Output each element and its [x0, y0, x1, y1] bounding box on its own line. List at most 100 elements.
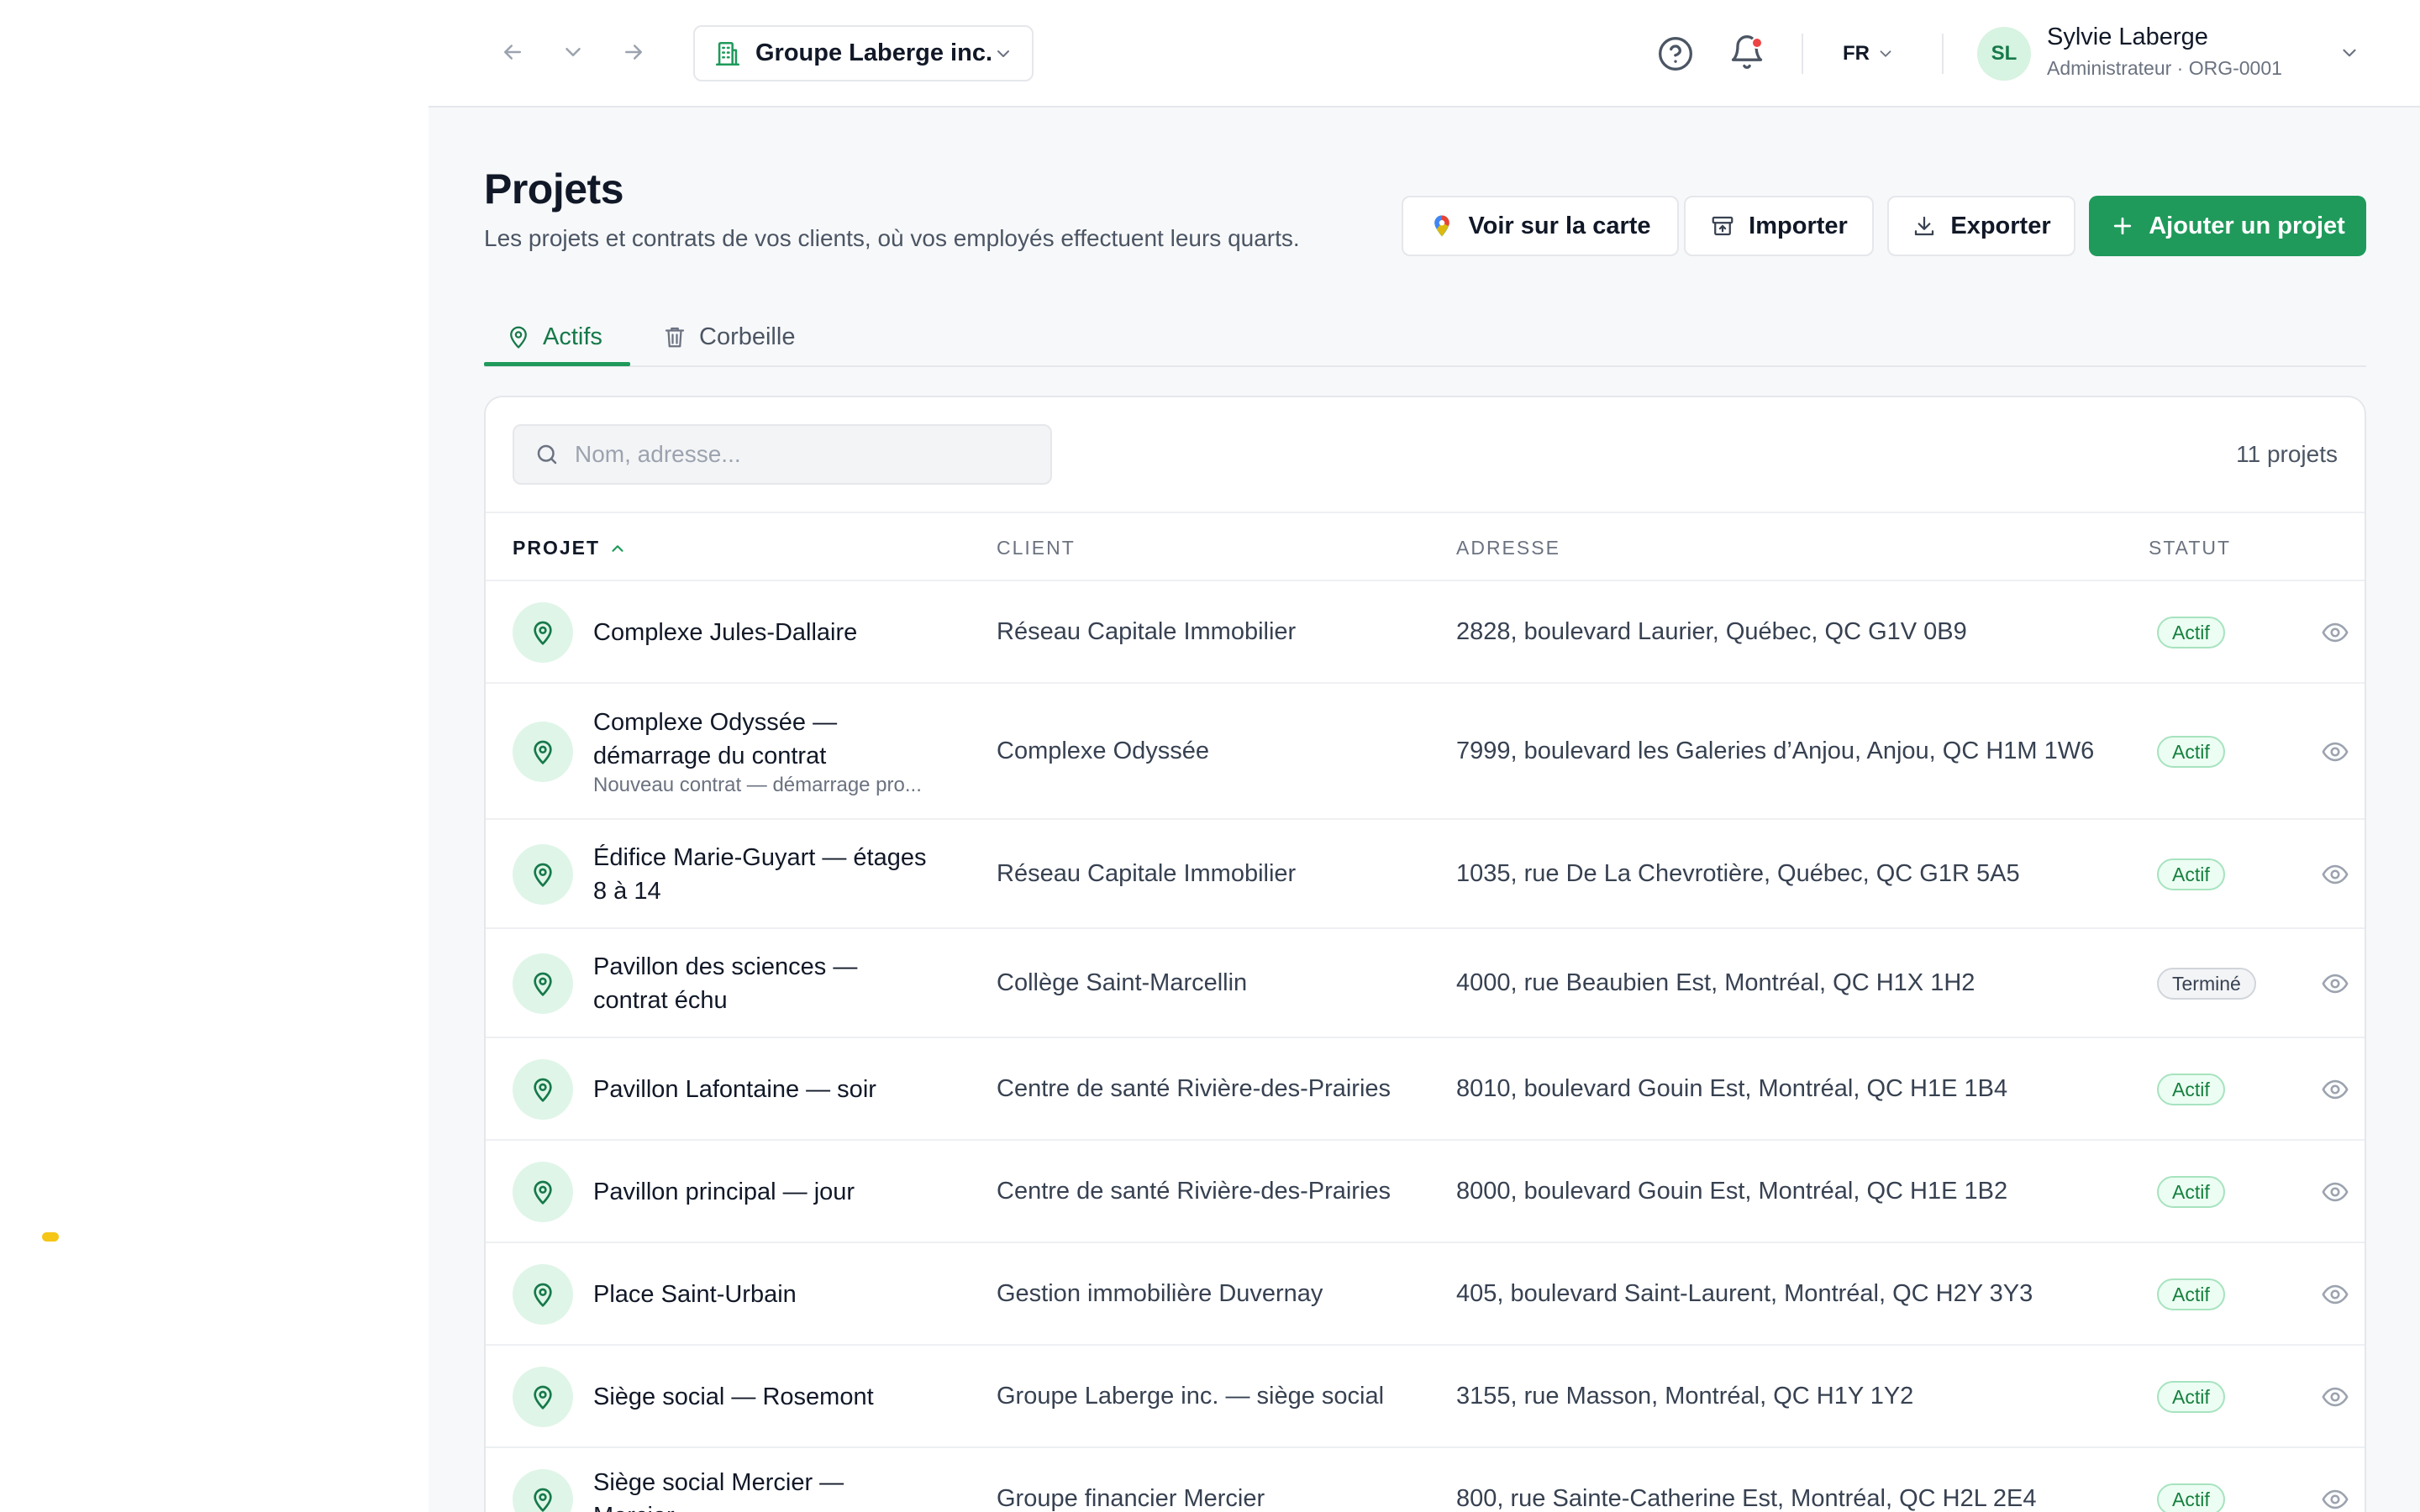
project-name: Pavillon principal — jour — [593, 1179, 855, 1205]
status-badge: Terminé — [2157, 968, 2256, 1000]
help-icon[interactable] — [1657, 35, 1694, 72]
column-header-label: CLIENT — [997, 537, 1076, 559]
import-label: Importer — [1749, 212, 1848, 239]
status-badge: Actif — [2157, 617, 2225, 648]
column-header-client[interactable]: CLIENT — [997, 537, 1076, 559]
column-header-projet[interactable]: PROJET — [513, 537, 627, 559]
address-cell: 1035, rue De La Chevrotière, Québec, QC … — [1456, 860, 2020, 887]
project-name-cell: Pavillon des sciences — contrat échu — [593, 950, 988, 1017]
user-name[interactable]: Sylvie Laberge — [2047, 24, 2208, 51]
view-eye-icon[interactable] — [2321, 1280, 2349, 1309]
plus-icon — [2114, 217, 2132, 235]
search-icon — [537, 444, 557, 465]
column-header-label: ADRESSE — [1456, 537, 1560, 559]
table-row[interactable]: Complexe Odyssée — démarrage du contrat No… — [486, 684, 2365, 820]
notifications-button[interactable] — [1728, 34, 1765, 72]
add-project-label: Ajouter un projet — [2149, 212, 2345, 239]
project-name-cell: Siège social Mercier — Mercier — [593, 1466, 988, 1512]
status-badge: Actif — [2157, 1278, 2225, 1310]
map-pin-icon — [513, 1469, 573, 1512]
table-row[interactable]: Complexe Jules-Dallaire Réseau Capitale I… — [486, 581, 2365, 684]
map-pin-icon — [513, 602, 573, 663]
avatar[interactable]: SL — [1977, 27, 2031, 81]
project-name: Pavillon Lafontaine — soir — [593, 1076, 876, 1103]
table-header: PROJET CLIENT ADRESSE STATUT — [486, 512, 2365, 581]
tab-corbeille-label: Corbeille — [699, 323, 796, 350]
project-name: Siège social — Rosemont — [593, 1383, 874, 1410]
page-subtitle: Les projets et contrats de vos clients, … — [484, 225, 1300, 251]
add-project-button[interactable]: Ajouter un projet — [2089, 196, 2366, 256]
main-area: Groupe Laberge inc. FR SL Sylvie Laberge… — [429, 0, 2420, 1512]
table-row[interactable]: Place Saint-Urbain Gestion immobilière Du… — [486, 1243, 2365, 1346]
view-eye-icon[interactable] — [2321, 1178, 2349, 1206]
client-cell: Réseau Capitale Immobilier — [997, 860, 1297, 887]
forward-arrow-icon[interactable] — [615, 34, 652, 71]
client-cell: Collège Saint-Marcellin — [997, 969, 1248, 996]
project-name: Édifice Marie-Guyart — étages — [593, 844, 927, 871]
import-button[interactable]: Importer — [1684, 196, 1874, 256]
tab-actifs[interactable]: Actifs — [506, 307, 602, 367]
address-cell: 2828, boulevard Laurier, Québec, QC G1V … — [1456, 618, 1967, 645]
table-row[interactable]: Édifice Marie-Guyart — étages 8 à 14 Résea… — [486, 820, 2365, 929]
view-eye-icon[interactable] — [2321, 618, 2349, 647]
column-header-label: STATUT — [2149, 537, 2232, 559]
column-header-adresse[interactable]: ADRESSE — [1456, 537, 1560, 559]
view-eye-icon[interactable] — [2321, 1075, 2349, 1104]
client-cell: Groupe financier Mercier — [997, 1485, 1265, 1512]
export-label: Exporter — [1950, 212, 2051, 239]
table-row[interactable]: Siège social — Rosemont Groupe Laberge in… — [486, 1346, 2365, 1448]
project-description: Nouveau contrat — démarrage pro... — [593, 774, 922, 796]
client-cell: Gestion immobilière Duvernay — [997, 1280, 1323, 1307]
table-row[interactable]: Siège social Mercier — Mercier Groupe fina… — [486, 1448, 2365, 1512]
view-eye-icon[interactable] — [2321, 738, 2349, 766]
active-tab-indicator — [484, 362, 630, 366]
language-selector[interactable]: FR — [1843, 37, 1895, 71]
view-eye-icon[interactable] — [2321, 969, 2349, 998]
project-name-cell: Place Saint-Urbain — [593, 1278, 988, 1311]
map-pin-icon — [513, 722, 573, 782]
project-name-cell: Pavillon principal — jour — [593, 1175, 988, 1209]
table-row[interactable]: Pavillon principal — jour Centre de santé… — [486, 1141, 2365, 1243]
user-menu-chevron-icon[interactable] — [2338, 42, 2360, 64]
map-pin-icon — [513, 1367, 573, 1427]
table-row[interactable]: Pavillon des sciences — contrat échu Collè… — [486, 929, 2365, 1038]
view-eye-icon[interactable] — [2321, 1383, 2349, 1411]
project-name: Complexe Jules-Dallaire — [593, 619, 858, 646]
project-name-cell: Pavillon Lafontaine — soir — [593, 1073, 988, 1106]
tab-corbeille[interactable]: Corbeille — [662, 307, 795, 367]
map-pin-icon — [513, 1059, 573, 1120]
address-cell: 8010, boulevard Gouin Est, Montréal, QC … — [1456, 1075, 2008, 1102]
project-name: Pavillon des sciences — — [593, 953, 858, 980]
project-name: Place Saint-Urbain — [593, 1281, 797, 1308]
search-input[interactable] — [575, 441, 1028, 468]
back-arrow-icon[interactable] — [494, 34, 531, 71]
status-badge: Actif — [2157, 1176, 2225, 1208]
map-pin-icon — [513, 1264, 573, 1325]
status-badge: Actif — [2157, 858, 2225, 890]
view-eye-icon[interactable] — [2321, 860, 2349, 889]
status-badge: Actif — [2157, 1074, 2225, 1105]
export-button[interactable]: Exporter — [1887, 196, 2075, 256]
history-dropdown-icon[interactable] — [555, 34, 592, 71]
projects-table-card: 11 projets PROJET CLIENT ADRESSE STATUT … — [484, 396, 2366, 1512]
page-title: Projets — [484, 165, 624, 213]
search-box[interactable] — [513, 424, 1052, 485]
notification-dot — [1751, 37, 1763, 49]
download-icon — [1915, 216, 1934, 236]
map-pin-icon — [513, 953, 573, 1014]
building-icon — [715, 41, 740, 66]
client-cell: Complexe Odyssée — [997, 738, 1210, 764]
project-name-continued: contrat échu — [593, 987, 728, 1014]
view-on-map-label: Voir sur la carte — [1468, 212, 1651, 239]
table-row[interactable]: Pavillon Lafontaine — soir Centre de sant… — [486, 1038, 2365, 1141]
organization-selector[interactable]: Groupe Laberge inc. — [693, 25, 1034, 81]
project-name-continued: Mercier — [593, 1499, 988, 1512]
column-header-statut[interactable]: STATUT — [2149, 537, 2231, 559]
map-pin-icon — [510, 326, 527, 349]
language-label: FR — [1843, 42, 1870, 65]
trash-icon — [665, 327, 685, 348]
view-on-map-button[interactable]: Voir sur la carte — [1402, 196, 1679, 256]
divider — [1942, 34, 1944, 74]
view-eye-icon[interactable] — [2321, 1485, 2349, 1512]
tab-actifs-label: Actifs — [543, 323, 602, 350]
